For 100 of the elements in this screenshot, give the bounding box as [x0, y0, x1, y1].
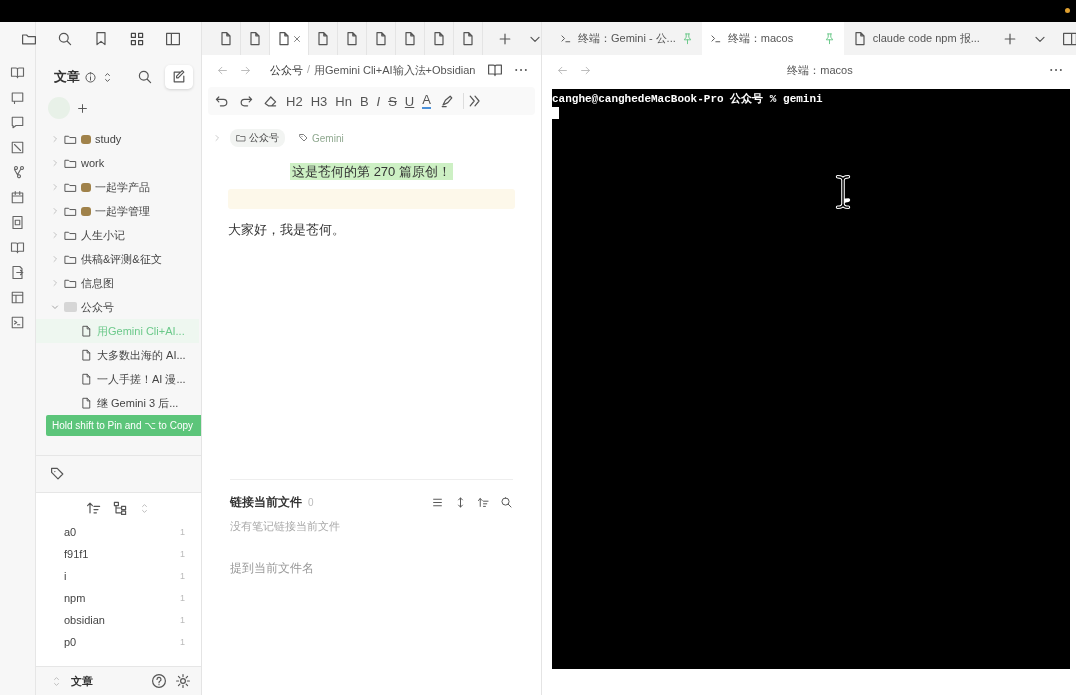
status-dot	[1065, 8, 1070, 13]
sidebar-icon[interactable]	[165, 30, 181, 47]
file-icon	[80, 324, 93, 338]
vault-title[interactable]: 文章	[54, 68, 80, 86]
grid-icon[interactable]	[129, 30, 145, 47]
prompt-icon	[560, 32, 573, 45]
format-button[interactable]: A	[422, 93, 431, 109]
terminal-line: canghe@canghedeMacBook-Pro 公众号 % gemini	[552, 92, 824, 106]
format-button[interactable]: Hn	[335, 93, 352, 109]
redo-icon[interactable]	[238, 93, 254, 109]
canvas-icon[interactable]	[10, 140, 25, 155]
tag-count: 1	[180, 615, 185, 625]
tag-name[interactable]: obsidian	[64, 614, 105, 626]
tag-icon	[299, 133, 309, 143]
folder-name[interactable]: 人生小记	[81, 227, 125, 243]
file-item[interactable]: 大多数出海的 AI...	[36, 343, 201, 367]
file-icon	[80, 372, 93, 386]
sort-icon[interactable]	[477, 496, 490, 509]
terminal-icon[interactable]	[10, 315, 25, 330]
paragraph: 大家好，我是苍何。	[228, 221, 346, 239]
folder-name[interactable]: 公众号	[81, 299, 114, 315]
file-icon	[373, 30, 389, 47]
file-tab[interactable]	[270, 22, 309, 55]
folder-name[interactable]: work	[81, 157, 105, 169]
eraser-icon[interactable]	[262, 93, 278, 109]
tag-name[interactable]: f91f1	[64, 548, 89, 560]
folder-name[interactable]: 一起学产品	[95, 179, 150, 195]
file-icon	[315, 30, 331, 47]
file-icon	[247, 30, 263, 47]
format-button[interactable]: B	[359, 93, 369, 109]
format-button[interactable]: S	[388, 93, 397, 109]
file-name: 一人手搓！AI 漫...	[97, 371, 186, 387]
help-icon[interactable]	[151, 673, 167, 689]
file-icon	[80, 348, 93, 362]
file-name: 继 Gemini 3 后...	[97, 395, 179, 411]
folder-name[interactable]: study	[95, 133, 122, 145]
search-icon[interactable]	[57, 30, 73, 47]
sort-icon[interactable]	[86, 500, 102, 516]
tag-count: 1	[180, 637, 185, 647]
tab[interactable]: 终端：Gemini - 公...	[552, 22, 702, 55]
file-icon	[344, 30, 360, 47]
format-button[interactable]: H3	[310, 93, 328, 109]
file-icon	[460, 30, 476, 47]
highlighted-text: 这是苍何的第 270 篇原创！	[290, 163, 453, 180]
file-icon	[431, 30, 447, 47]
tag-name[interactable]: a0	[64, 526, 77, 538]
calendar-icon[interactable]	[10, 190, 25, 205]
format-button[interactable]: U	[404, 93, 415, 109]
file-name: 用Gemini Cli+AI...	[97, 323, 185, 339]
tags-icon[interactable]	[50, 466, 66, 482]
file-item[interactable]: 一人手搓！AI 漫...	[36, 367, 201, 391]
prompt-icon	[709, 32, 723, 45]
tag-name[interactable]: npm	[64, 592, 86, 604]
undo-icon[interactable]	[214, 93, 230, 109]
section-title: 链接当前文件	[230, 494, 302, 511]
breadcrumb-item[interactable]: 公众号	[270, 62, 303, 78]
tooltip: Hold shift to Pin and ⌥ to Copy	[46, 415, 201, 436]
new-note-button[interactable]	[165, 65, 193, 89]
list-icon[interactable]	[431, 496, 444, 509]
tag-count: 1	[180, 527, 185, 537]
folder-name[interactable]: 供稿&评测&征文	[81, 251, 162, 267]
tag-count: 1	[180, 549, 185, 559]
vault-name[interactable]: 文章	[71, 673, 93, 689]
tag-count: 1	[180, 593, 185, 603]
file-item[interactable]: 继 Gemini 3 后...	[36, 391, 201, 415]
tab[interactable]: claude code npm 报...	[843, 22, 988, 55]
tag-name[interactable]: p0	[64, 636, 77, 648]
breadcrumb-item[interactable]: 用Gemini Cli+AI输入法+Obsidian	[314, 62, 476, 78]
chat-icon[interactable]	[10, 115, 25, 130]
layout-icon[interactable]	[10, 290, 25, 305]
book-icon[interactable]	[10, 240, 25, 255]
format-button[interactable]: H2	[286, 93, 303, 109]
folder-name[interactable]: 信息图	[81, 275, 114, 291]
book-icon[interactable]	[10, 65, 25, 80]
file-name: 大多数出海的 AI...	[97, 347, 186, 363]
reading-view-icon[interactable]	[487, 62, 503, 78]
folder-chip[interactable]: 公众号	[230, 129, 285, 147]
tag-count: 1	[180, 571, 185, 581]
tag-name[interactable]: i	[64, 570, 67, 582]
document-icon[interactable]	[10, 215, 25, 230]
tree-icon[interactable]	[112, 500, 128, 516]
settings-icon[interactable]	[175, 673, 191, 689]
text-cursor	[552, 107, 559, 119]
file-icon	[218, 30, 234, 47]
file-icon	[80, 396, 93, 410]
close-icon[interactable]	[292, 33, 302, 44]
folder-name[interactable]: 一起学管理	[95, 203, 150, 219]
selection-icon[interactable]	[10, 90, 25, 105]
search-icon[interactable]	[500, 496, 513, 509]
terminal-screen[interactable]: canghe@canghedeMacBook-Pro 公众号 % gemini	[552, 89, 1070, 669]
file-icon	[402, 30, 418, 47]
export-icon[interactable]	[10, 265, 25, 280]
plus-icon[interactable]	[76, 101, 89, 115]
sidebar-icon[interactable]	[1061, 30, 1076, 47]
tab[interactable]: 终端：macos	[701, 22, 844, 55]
search-icon[interactable]	[137, 69, 153, 85]
info-icon	[84, 70, 97, 84]
file-icon	[276, 30, 292, 47]
bookmark-icon[interactable]	[93, 30, 109, 47]
format-button[interactable]: I	[376, 93, 381, 109]
